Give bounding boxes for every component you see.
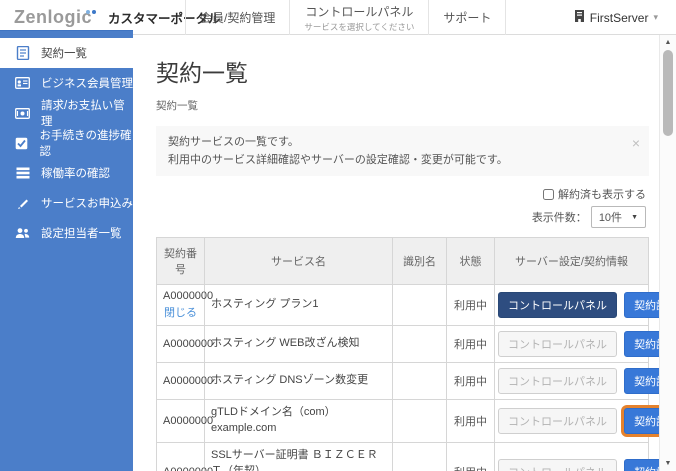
logo-brand: Zenlogic	[14, 7, 93, 27]
table-filters-top: 解約済も表示する 表示件数： 10件 ▼	[156, 186, 649, 229]
contract-no: A0000000	[156, 362, 213, 401]
contract-no: A0000000	[163, 290, 214, 303]
server-icon	[574, 10, 585, 25]
show-cancelled-checkbox[interactable]	[543, 188, 554, 200]
col-contract-no: 契約番号	[156, 237, 205, 286]
control-panel-button[interactable]: コントロールパネル	[498, 292, 617, 319]
sidebar-item-label: 設定担当者一覧	[41, 228, 122, 240]
per-page-select[interactable]: 10件 ▼	[590, 206, 646, 229]
sidebar-item-apply-service[interactable]: サービスお申込み	[0, 188, 133, 218]
identifier	[392, 284, 447, 327]
identifier	[392, 399, 447, 444]
sidebar-item-progress-check[interactable]: お手続きの進捗確認	[0, 128, 133, 158]
identifier	[392, 362, 447, 401]
per-page-label: 表示件数：	[531, 212, 587, 225]
progress-check-icon	[15, 136, 29, 151]
service-name: gTLDドメイン名（com）	[211, 406, 336, 419]
tab-support[interactable]: サポート	[428, 0, 507, 35]
contract-no: A0000000	[156, 399, 213, 444]
breadcrumb: 契約一覧	[156, 100, 198, 112]
col-status: 状態	[446, 237, 495, 286]
tab-control-panel[interactable]: コントロールパネル サービスを選択してください	[289, 0, 428, 35]
service-name: ホスティング WEB改ざん検知	[204, 325, 393, 364]
scroll-down-icon[interactable]: ▼	[660, 460, 676, 467]
sidebar-item-label: 稼働率の確認	[41, 168, 110, 180]
status: 利用中	[446, 284, 495, 327]
account-name: FirstServer	[589, 10, 649, 25]
service-domain: example.com	[211, 422, 277, 435]
page-title: 契約一覧	[156, 60, 248, 86]
per-page-value: 10件	[598, 212, 623, 225]
sidebar-item-staff-list[interactable]: 設定担当者一覧	[0, 218, 133, 248]
service-name: SSLサーバー証明書 ＢＩＺＣＥＲＴ（年契）	[211, 449, 378, 471]
table-header-row: 契約番号 サービス名 識別名 状態 サーバー設定/契約情報	[156, 237, 649, 286]
close-icon[interactable]: ×	[632, 132, 640, 155]
logo-dots-icon	[86, 9, 102, 27]
header: Zenlogic カスタマーポータル 会員/契約管理 コントロールパネル サービ…	[0, 0, 676, 35]
caret-down-icon: ▼	[631, 213, 638, 221]
main-content: 契約一覧 契約一覧 契約サービスの一覧です。 利用中のサービス詳細確認やサーバー…	[133, 35, 676, 471]
sidebar-item-business-member[interactable]: ビジネス会員管理	[0, 68, 133, 98]
identifier	[392, 442, 447, 471]
status: 利用中	[446, 399, 495, 444]
sidebar-item-contract-list[interactable]: 契約一覧	[0, 38, 133, 68]
scrollbar[interactable]: ▲ ▼	[659, 35, 676, 471]
service-name: ホスティング DNSゾーン数変更	[204, 362, 393, 401]
staff-users-icon	[15, 226, 30, 241]
notice-line2: 利用中のサービス詳細確認やサーバーの設定確認・変更が可能です。	[168, 154, 508, 167]
sidebar-item-label: 契約一覧	[41, 48, 87, 60]
contract-no: A0000000	[156, 325, 213, 364]
control-panel-button-disabled: コントロールパネル	[498, 459, 617, 471]
sidebar-item-label: ビジネス会員管理	[41, 78, 133, 90]
app-window: Zenlogic カスタマーポータル 会員/契約管理 コントロールパネル サービ…	[0, 0, 676, 471]
collapse-link[interactable]: 閉じる	[163, 304, 198, 320]
show-cancelled-toggle[interactable]: 解約済も表示する	[543, 186, 646, 202]
scrollbar-thumb[interactable]	[663, 50, 673, 136]
sidebar-item-label: お手続きの進捗確認	[39, 130, 132, 158]
sidebar-item-billing[interactable]: 請求/お支払い管理	[0, 98, 133, 128]
uptime-icon	[15, 166, 30, 181]
control-panel-button-disabled: コントロールパネル	[498, 331, 617, 358]
member-card-icon	[15, 76, 30, 91]
sidebar-item-label: 請求/お支払い管理	[41, 100, 125, 128]
contract-table: 契約番号 サービス名 識別名 状態 サーバー設定/契約情報 A0000000 閉…	[156, 237, 676, 471]
table-row: A0000000 ホスティング DNSゾーン数変更 利用中 コントロールパネル …	[156, 362, 676, 401]
control-panel-button-disabled: コントロールパネル	[498, 408, 617, 435]
chevron-down-icon: ▾	[653, 12, 658, 22]
account-menu[interactable]: FirstServer ▾	[574, 0, 658, 35]
table-row: A0000000 閉じる ホスティング プラン1 利用中 コントロールパネル 契…	[156, 284, 676, 327]
table-row: A0000000 SSLサーバー証明書 ＢＩＺＣＥＲＴ（年契） example.…	[156, 442, 676, 471]
identifier	[392, 325, 447, 364]
apply-pen-icon	[15, 196, 30, 211]
sidebar: 契約一覧 ビジネス会員管理 請求/お支払い管理 お手続きの進捗確認 稼働率の確認	[0, 31, 133, 471]
table-row: A0000000 ホスティング WEB改ざん検知 利用中 コントロールパネル 契…	[156, 325, 676, 364]
contract-no: A0000000	[156, 442, 213, 471]
scroll-up-icon[interactable]: ▲	[660, 39, 676, 46]
sidebar-item-label: サービスお申込み	[41, 198, 133, 210]
sidebar-item-uptime[interactable]: 稼働率の確認	[0, 158, 133, 188]
contract-list-icon	[15, 46, 30, 61]
table-row: A0000000 gTLDドメイン名（com） example.com 利用中 …	[156, 399, 676, 444]
notice-box: 契約サービスの一覧です。 利用中のサービス詳細確認やサーバーの設定確認・変更が可…	[156, 126, 649, 177]
status: 利用中	[446, 442, 495, 471]
tab-member-contract[interactable]: 会員/契約管理	[185, 0, 289, 35]
per-page-control: 表示件数： 10件 ▼	[531, 206, 646, 229]
control-panel-button-disabled: コントロールパネル	[498, 368, 617, 395]
status: 利用中	[446, 325, 495, 364]
col-server-settings: サーバー設定/契約情報	[494, 237, 649, 286]
notice-line1: 契約サービスの一覧です。	[168, 136, 299, 148]
billing-icon	[15, 106, 30, 121]
service-name: ホスティング プラン1	[204, 284, 393, 327]
show-cancelled-label: 解約済も表示する	[558, 189, 646, 202]
col-identifier: 識別名	[392, 237, 447, 286]
header-tabs: 会員/契約管理 コントロールパネル サービスを選択してください サポート	[185, 0, 507, 35]
col-service-name: サービス名	[204, 237, 393, 286]
status: 利用中	[446, 362, 495, 401]
